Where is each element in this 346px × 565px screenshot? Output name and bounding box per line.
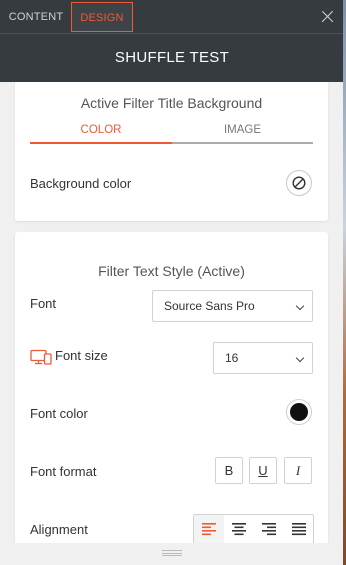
section-heading: Filter Text Style (Active) xyxy=(98,263,245,279)
alignment-button-group xyxy=(193,514,314,544)
font-size-select[interactable]: 16 xyxy=(213,342,313,374)
underline-button[interactable]: U xyxy=(249,457,277,484)
panel-resize-handle[interactable] xyxy=(0,543,344,565)
font-select[interactable]: Source Sans Pro xyxy=(152,290,313,322)
chevron-down-icon xyxy=(295,353,305,363)
tab-design[interactable]: DESIGN xyxy=(71,2,133,32)
chevron-down-icon xyxy=(295,301,305,311)
design-panel: CONTENT DESIGN SHUFFLE TEST Active Filte… xyxy=(0,0,344,565)
section-heading: Active Filter Title Background xyxy=(80,95,263,111)
font-color-label: Font color xyxy=(30,406,88,421)
font-label: Font xyxy=(30,296,57,311)
no-color-icon xyxy=(292,176,306,190)
tab-image[interactable]: IMAGE xyxy=(172,118,313,144)
align-left-icon xyxy=(202,523,216,536)
background-color-label: Background color xyxy=(30,176,132,191)
grip-icon xyxy=(162,550,182,556)
background-color-picker[interactable] xyxy=(286,170,312,196)
font-size-label: Font size xyxy=(55,348,108,363)
text-style-card: Filter Text Style (Active) Font Source S… xyxy=(15,232,328,565)
align-justify-button[interactable] xyxy=(284,515,314,543)
close-icon[interactable] xyxy=(316,5,340,29)
tab-color[interactable]: COLOR xyxy=(30,118,172,144)
align-right-button[interactable] xyxy=(254,515,284,543)
panel-title: SHUFFLE TEST xyxy=(0,34,344,82)
font-color-picker[interactable] xyxy=(286,399,312,425)
align-right-icon xyxy=(262,523,276,536)
bold-button[interactable]: B xyxy=(215,457,243,484)
align-left-button[interactable] xyxy=(194,515,224,543)
font-select-value: Source Sans Pro xyxy=(164,299,255,313)
italic-button[interactable]: I xyxy=(284,457,312,484)
alignment-label: Alignment xyxy=(30,522,88,537)
responsive-devices-icon[interactable] xyxy=(30,349,52,365)
align-center-button[interactable] xyxy=(224,515,254,543)
align-justify-icon xyxy=(292,523,306,536)
tab-content[interactable]: CONTENT xyxy=(4,2,68,32)
background-type-tabs: COLOR IMAGE xyxy=(30,118,313,145)
align-center-icon xyxy=(232,523,246,536)
top-tab-bar: CONTENT DESIGN xyxy=(0,0,344,34)
font-size-value: 16 xyxy=(225,351,239,365)
title-background-card: Active Filter Title Background COLOR IMA… xyxy=(15,82,328,221)
font-format-label: Font format xyxy=(30,464,97,479)
